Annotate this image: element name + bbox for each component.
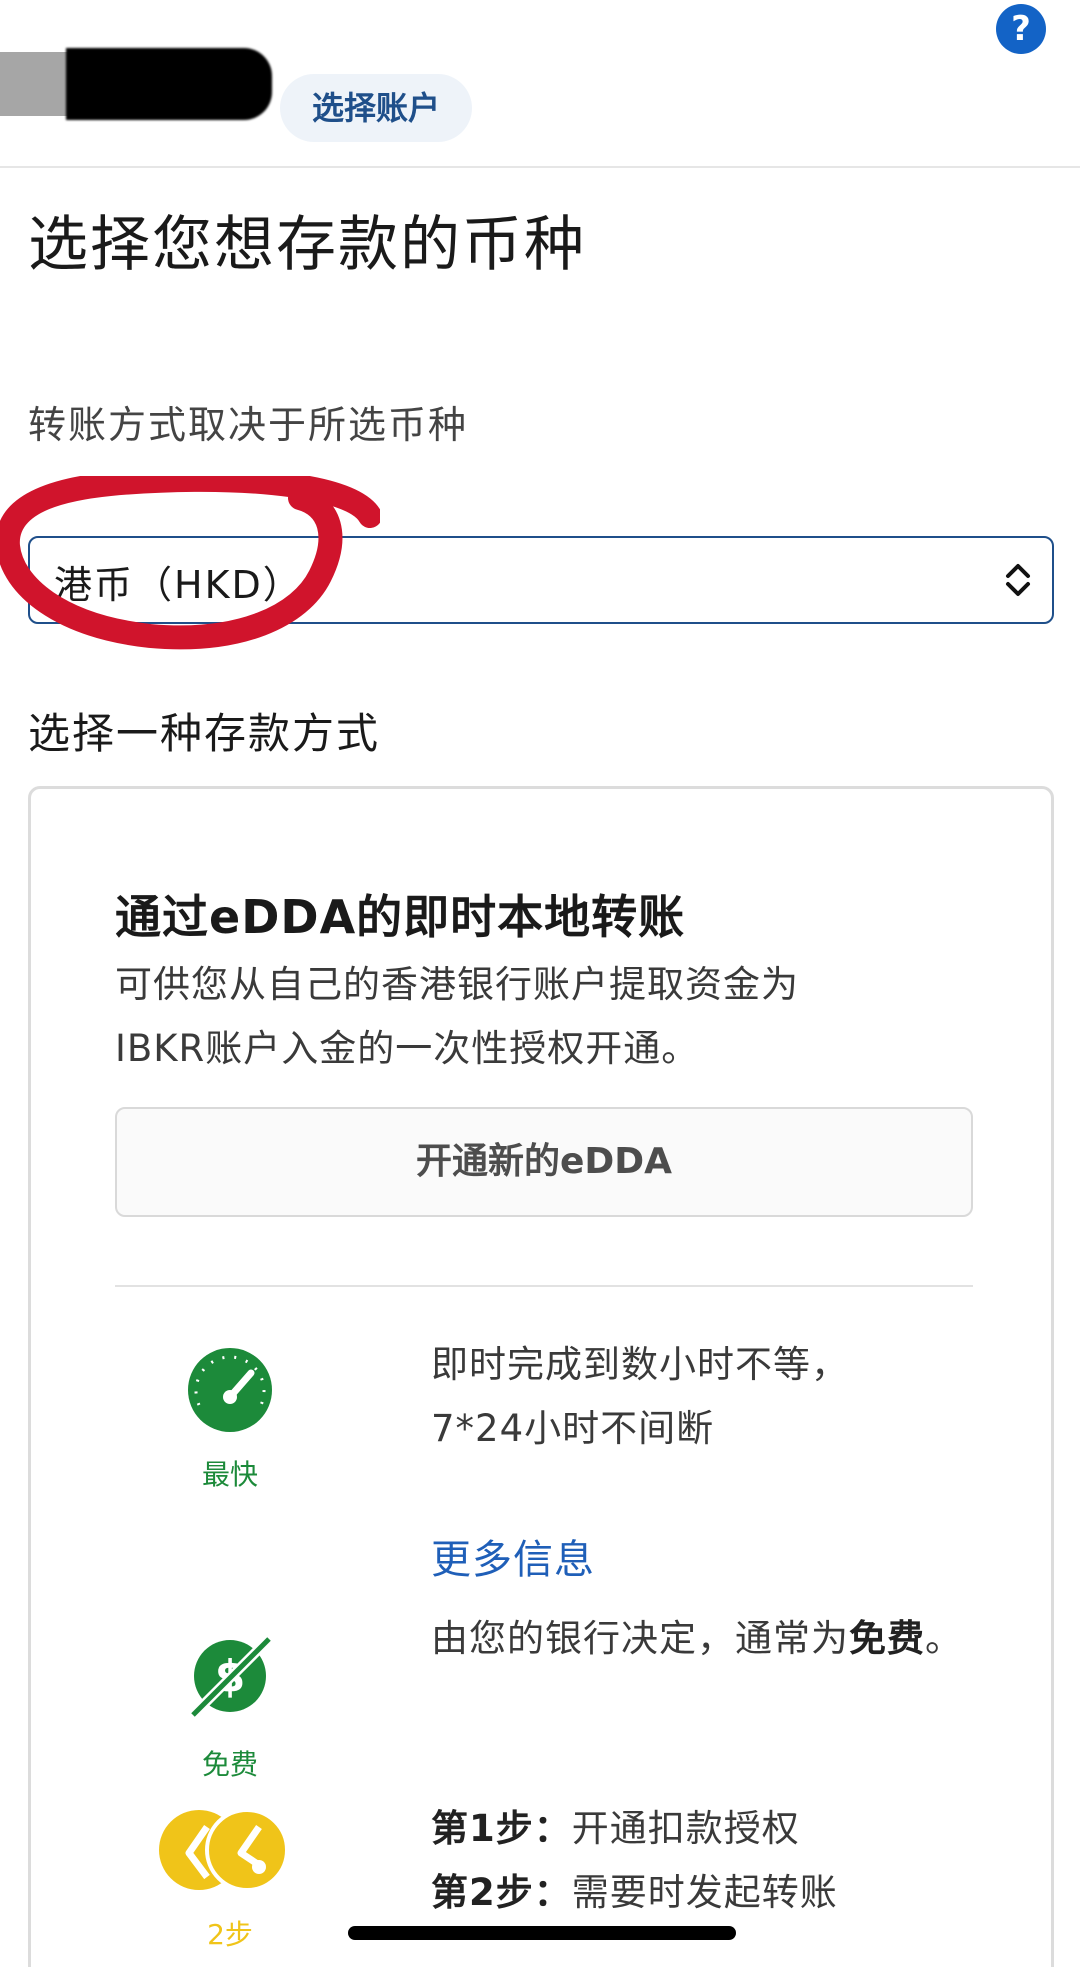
speed-text-line: 7*24小时不间断 <box>431 1407 715 1450</box>
open-new-edda-button[interactable]: 开通新的eDDA <box>115 1107 973 1217</box>
home-indicator <box>348 1926 736 1940</box>
deposit-page: 选择账户 ? 选择您想存款的币种 转账方式取决于所选币种 港币（HKD） 选择一… <box>0 0 1080 1967</box>
card-description: 可供您从自己的香港银行账户提取资金为 IBKR账户入金的一次性授权开通。 <box>115 953 935 1081</box>
fee-text-bold: 免费 <box>849 1617 925 1660</box>
fee-caption: 免费 <box>201 1748 258 1781</box>
card-description-line: IBKR账户入金的一次性授权开通。 <box>115 1027 700 1070</box>
fee-text: 由您的银行决定，通常为免费。 <box>431 1607 971 1671</box>
currency-select[interactable]: 港币（HKD） <box>28 536 1054 624</box>
card-description-line: 可供您从自己的香港银行账户提取资金为 <box>115 963 799 1006</box>
divider <box>115 1285 973 1287</box>
steps-caption: 2步 <box>207 1918 253 1951</box>
card-title: 通过eDDA的即时本地转账 <box>115 890 686 944</box>
currency-selected-value: 港币（HKD） <box>54 563 303 607</box>
fee-text-prefix: 由您的银行决定，通常为 <box>431 1617 849 1660</box>
step-2-text: 需要时发起转账 <box>571 1871 838 1914</box>
step-2-label: 第2步： <box>431 1871 572 1914</box>
help-icon[interactable]: ? <box>996 4 1046 54</box>
speed-caption: 最快 <box>201 1458 258 1491</box>
updown-chevron-icon <box>1006 564 1030 596</box>
two-steps-icon <box>159 1808 289 1892</box>
speed-text: 即时完成到数小时不等， 7*24小时不间断 <box>431 1333 971 1461</box>
top-header: 选择账户 ? <box>0 0 1080 168</box>
step-1-text: 开通扣款授权 <box>571 1807 800 1850</box>
redacted-account-name <box>66 48 272 120</box>
redacted-block <box>0 52 68 116</box>
speedometer-icon <box>188 1348 272 1432</box>
more-info-link[interactable]: 更多信息 <box>431 1527 595 1585</box>
step-1-label: 第1步： <box>431 1807 572 1850</box>
page-title: 选择您想存款的币种 <box>28 210 586 280</box>
speed-text-line: 即时完成到数小时不等， <box>431 1343 849 1386</box>
select-account-button[interactable]: 选择账户 <box>280 74 473 142</box>
no-fee-dollar-icon: $ <box>189 1635 273 1719</box>
edda-method-card: 通过eDDA的即时本地转账 可供您从自己的香港银行账户提取资金为 IBKR账户入… <box>28 786 1054 1967</box>
step-1: 第1步：开通扣款授权 <box>431 1797 1011 1861</box>
currency-hint: 转账方式取决于所选币种 <box>28 403 469 447</box>
fee-text-suffix: 。 <box>925 1617 963 1660</box>
deposit-methods-title: 选择一种存款方式 <box>28 709 381 758</box>
step-2: 第2步：需要时发起转账 <box>431 1861 1011 1925</box>
steps-text: 第1步：开通扣款授权 第2步：需要时发起转账 <box>431 1797 1011 1925</box>
